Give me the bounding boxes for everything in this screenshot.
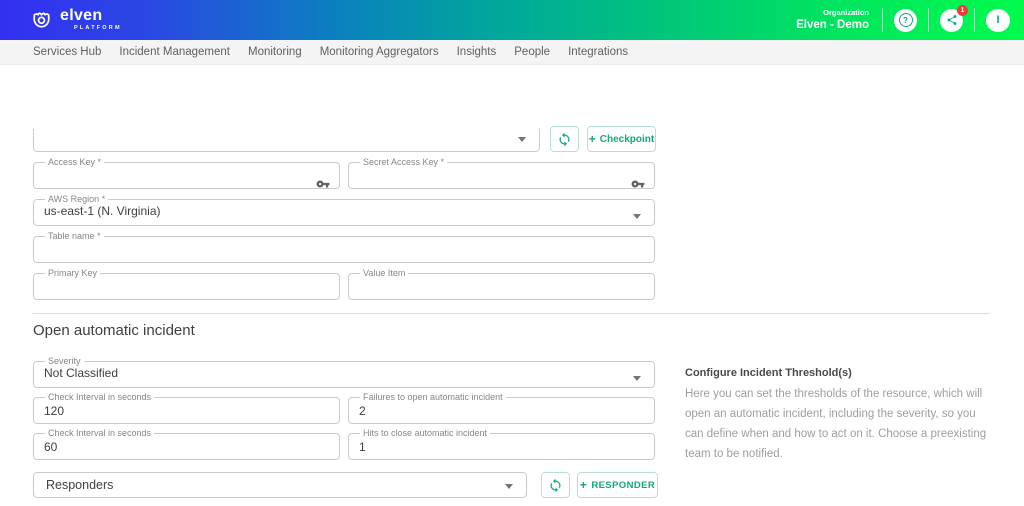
value-item-field: Value Item (348, 268, 655, 300)
key-icon (316, 177, 330, 191)
nav-item-monitoring-aggregators[interactable]: Monitoring Aggregators (320, 46, 439, 58)
organization-name: Elven - Demo (796, 18, 869, 31)
section-title: Open automatic incident (33, 322, 195, 339)
nav-item-integrations[interactable]: Integrations (568, 46, 628, 58)
nav-item-insights[interactable]: Insights (457, 46, 497, 58)
check-interval-open-label: Check Interval in seconds (48, 392, 152, 402)
caret-down-icon (633, 213, 641, 219)
caret-down-icon (633, 375, 641, 381)
section-divider (33, 313, 990, 314)
brand-logo[interactable]: elven PLATFORM (30, 8, 122, 32)
hits-to-close-label: Hits to close automatic incident (363, 428, 488, 438)
plus-icon: + (588, 132, 596, 146)
responders-select[interactable]: Responders (33, 472, 527, 498)
content-area: + Checkpoint Access Key * Secret Access … (0, 65, 1024, 506)
caret-down-icon (518, 137, 526, 142)
notifications-button[interactable]: 1 (940, 4, 968, 32)
check-interval-close-label: Check Interval in seconds (48, 428, 152, 438)
add-responder-label: RESPONDER (591, 479, 656, 491)
help-button[interactable]: ? (894, 8, 917, 32)
add-checkpoint-button[interactable]: + Checkpoint (587, 126, 656, 152)
secret-access-key-input[interactable] (359, 169, 622, 187)
brand-subtitle: PLATFORM (74, 25, 122, 32)
refresh-checkpoints-button[interactable] (550, 126, 579, 152)
check-interval-close-field: Check Interval in seconds (33, 428, 340, 460)
access-key-input[interactable] (44, 169, 307, 187)
organization-label: Organization (823, 8, 869, 18)
nav-item-incident-management[interactable]: Incident Management (119, 46, 230, 58)
check-interval-close-input[interactable] (44, 440, 329, 458)
value-item-label: Value Item (363, 268, 406, 278)
check-interval-open-field: Check Interval in seconds (33, 392, 340, 424)
sync-icon (557, 132, 572, 147)
main-nav: Services Hub Incident Management Monitor… (0, 40, 1024, 65)
check-interval-open-input[interactable] (44, 404, 329, 422)
table-name-field: Table name * (33, 231, 655, 263)
sync-icon (548, 478, 563, 493)
organization-block[interactable]: Organization Elven - Demo (796, 8, 869, 32)
responders-placeholder: Responders (46, 478, 114, 492)
nav-item-monitoring[interactable]: Monitoring (248, 46, 302, 58)
severity-label: Severity (48, 356, 81, 366)
primary-key-field: Primary Key (33, 268, 340, 300)
header-divider (882, 8, 883, 32)
severity-value: Not Classified (44, 366, 119, 380)
hits-to-close-field: Hits to close automatic incident (348, 428, 655, 460)
header-actions: Organization Elven - Demo ? 1 I (796, 4, 1010, 32)
failures-to-open-label: Failures to open automatic incident (363, 392, 503, 402)
nav-item-services-hub[interactable]: Services Hub (33, 46, 101, 58)
user-avatar[interactable]: I (986, 8, 1010, 32)
aws-region-label: AWS Region * (48, 194, 106, 204)
secret-access-key-label: Secret Access Key * (363, 157, 445, 167)
brand-name: elven (60, 7, 103, 25)
access-key-field: Access Key * (33, 157, 340, 189)
refresh-responders-button[interactable] (541, 472, 570, 498)
header-divider (974, 8, 975, 32)
header-divider (928, 8, 929, 32)
add-checkpoint-label: Checkpoint (599, 133, 655, 145)
key-icon (631, 177, 645, 191)
access-key-label: Access Key * (48, 157, 102, 167)
hits-to-close-input[interactable] (359, 440, 644, 458)
checkpoint-select[interactable] (33, 129, 540, 152)
failures-to-open-field: Failures to open automatic incident (348, 392, 655, 424)
primary-key-label: Primary Key (48, 268, 98, 278)
plus-icon: + (579, 478, 588, 492)
threshold-help-title: Configure Incident Threshold(s) (685, 367, 852, 379)
table-name-input[interactable] (44, 243, 644, 261)
severity-select[interactable]: Severity Not Classified (33, 356, 655, 388)
nav-item-people[interactable]: People (514, 46, 550, 58)
caret-down-icon (505, 484, 513, 489)
failures-to-open-input[interactable] (359, 404, 644, 422)
question-mark-icon: ? (898, 13, 913, 27)
table-name-label: Table name * (48, 231, 101, 241)
aws-region-select[interactable]: AWS Region * us-east-1 (N. Virginia) (33, 194, 655, 226)
secret-access-key-field: Secret Access Key * (348, 157, 655, 189)
aws-region-value: us-east-1 (N. Virginia) (44, 204, 161, 218)
elven-flower-icon (30, 9, 53, 32)
add-responder-button[interactable]: + RESPONDER (577, 472, 658, 498)
primary-key-input[interactable] (44, 280, 329, 298)
top-header: elven PLATFORM Organization Elven - Demo… (0, 0, 1024, 40)
threshold-help-body: Here you can set the thresholds of the r… (685, 388, 987, 461)
threshold-help-panel: Configure Incident Threshold(s) Here you… (685, 367, 997, 465)
notification-badge: 1 (957, 4, 968, 16)
share-nodes-icon (946, 14, 958, 26)
value-item-input[interactable] (359, 280, 644, 298)
